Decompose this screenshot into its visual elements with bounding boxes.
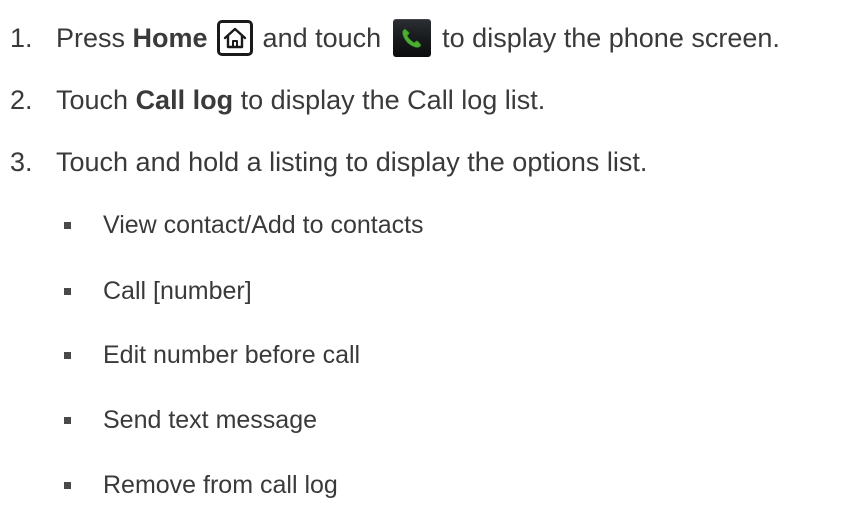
bullet-icon: [64, 351, 71, 359]
step-text-pre: Touch: [56, 85, 136, 115]
bullet-icon: [64, 221, 71, 229]
step-number: 1.: [10, 23, 33, 53]
bullet-icon: [64, 416, 71, 424]
option-label: Send text message: [103, 406, 318, 434]
step-text-mid: and touch: [262, 23, 382, 53]
option-item: Send text message: [64, 405, 317, 435]
home-key-label: Home: [132, 23, 208, 53]
option-item: Remove from call log: [64, 470, 338, 500]
option-label: Remove from call log: [103, 471, 338, 499]
bullet-icon: [64, 481, 71, 489]
step-1: 1. Press Home and touch to display the p…: [10, 19, 780, 57]
step-number: 2.: [10, 85, 33, 115]
step-text-post: to display the Call log list.: [233, 85, 546, 115]
option-item: Call [number]: [64, 276, 252, 306]
step-text-post: to display the phone screen.: [442, 23, 780, 53]
step-text-pre: Press: [56, 23, 133, 53]
option-item: Edit number before call: [64, 340, 360, 370]
step-2: 2. Touch Call log to display the Call lo…: [10, 84, 545, 116]
option-item: View contact/Add to contacts: [64, 210, 424, 240]
step-text: Touch and hold a listing to display the …: [56, 147, 648, 177]
step-number: 3.: [10, 147, 33, 177]
step-3: 3. Touch and hold a listing to display t…: [10, 146, 647, 178]
option-label: View contact/Add to contacts: [103, 211, 424, 239]
option-label: Call [number]: [103, 277, 252, 305]
call-log-label: Call log: [135, 85, 234, 115]
option-label: Edit number before call: [103, 341, 361, 369]
home-icon: [216, 20, 253, 56]
bullet-icon: [64, 287, 71, 295]
phone-icon: [393, 19, 432, 57]
